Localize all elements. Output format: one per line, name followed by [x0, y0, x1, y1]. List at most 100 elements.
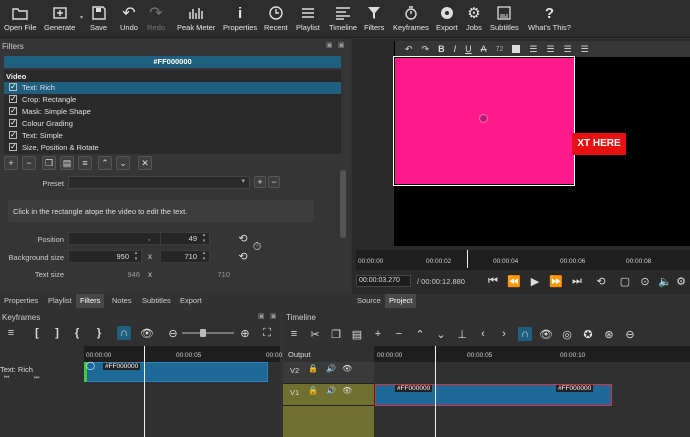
checkbox[interactable]: [9, 141, 17, 153]
generate-dropdown-icon[interactable]: ▾: [80, 14, 83, 21]
undo-button[interactable]: ↶ Undo: [120, 3, 138, 32]
filter-item[interactable]: Mask: Simple Shape: [4, 105, 341, 118]
paste-icon[interactable]: ▤: [350, 327, 364, 341]
zoom-out-icon[interactable]: ⊖: [623, 327, 637, 341]
zoom-slider[interactable]: [182, 332, 234, 334]
ripple-all-icon[interactable]: ✪: [581, 327, 595, 341]
deselect-filter-button[interactable]: ✕: [138, 156, 152, 170]
recent-button[interactable]: Recent: [264, 3, 288, 32]
remove-icon[interactable]: −: [392, 327, 406, 341]
export-button[interactable]: Export: [436, 3, 458, 32]
text-color-icon[interactable]: [512, 45, 521, 53]
reset-icon[interactable]: ⟲: [236, 231, 250, 245]
generate-button[interactable]: Generate: [44, 3, 75, 32]
tab-filters[interactable]: Filters: [76, 294, 105, 308]
next-icon[interactable]: ⏭: [34, 375, 39, 382]
remove-filter-button[interactable]: −: [22, 156, 36, 170]
zoom-icon[interactable]: ⊙: [638, 274, 652, 288]
tab-notes[interactable]: Notes: [108, 294, 136, 308]
undo-icon[interactable]: ↶: [405, 44, 413, 55]
open-file-button[interactable]: Open File: [4, 3, 37, 32]
playlist-button[interactable]: Playlist: [296, 3, 320, 32]
eye-icon[interactable]: 👁: [342, 386, 352, 395]
lock-icon[interactable]: 🔒: [308, 386, 318, 395]
checkbox[interactable]: [9, 81, 17, 93]
italic-icon[interactable]: I: [454, 44, 457, 54]
underline-icon[interactable]: U: [465, 44, 472, 54]
gear-icon[interactable]: ⚙: [674, 274, 688, 288]
checkbox[interactable]: [9, 117, 17, 129]
tab-properties[interactable]: Properties: [0, 294, 42, 308]
overwrite-icon[interactable]: ⌄: [434, 327, 448, 341]
copy-icon[interactable]: ❐: [329, 327, 343, 341]
set-out-icon[interactable]: ]: [50, 326, 64, 340]
redo-button[interactable]: ↷ Redo: [147, 3, 165, 32]
prev-icon[interactable]: ⏮: [4, 375, 9, 382]
save-preset-button[interactable]: ≡: [78, 156, 92, 170]
position-y-spinbox[interactable]: 49: [160, 232, 210, 245]
scrub-icon[interactable]: 👁: [140, 326, 154, 340]
tab-subtitles[interactable]: Subtitles: [138, 294, 175, 308]
set-in-icon[interactable]: [: [30, 326, 44, 340]
next-keyframe-icon[interactable]: }: [92, 326, 106, 340]
strikethrough-icon[interactable]: A: [481, 44, 487, 54]
move-down-button[interactable]: ⌄: [116, 156, 130, 170]
filter-item[interactable]: Crop: Rectangle: [4, 93, 341, 106]
menu-icon[interactable]: ≡: [4, 326, 18, 340]
center-handle[interactable]: [479, 114, 488, 123]
redo-icon[interactable]: ↷: [422, 44, 430, 55]
filter-item[interactable]: Size, Position & Rotate: [4, 141, 341, 154]
snap-icon[interactable]: ∩: [117, 326, 131, 340]
next-icon[interactable]: ›: [497, 327, 511, 341]
save-button[interactable]: Save: [90, 3, 107, 32]
reset-icon[interactable]: ⟲: [236, 249, 250, 263]
split-icon[interactable]: ⊥: [455, 327, 469, 341]
audio-icon[interactable]: 🔊: [326, 386, 336, 395]
paste-filter-button[interactable]: ▤: [60, 156, 74, 170]
volume-icon[interactable]: 🔈: [658, 274, 672, 288]
panel-float-icon[interactable]: ▣: [258, 312, 265, 320]
tab-export[interactable]: Export: [176, 294, 206, 308]
preset-combobox[interactable]: ▾: [68, 176, 250, 189]
ripple-icon[interactable]: ◎: [560, 327, 574, 341]
bold-icon[interactable]: B: [438, 44, 445, 54]
keyframes-button[interactable]: Keyframes: [393, 3, 429, 32]
panel-float-icon[interactable]: ▣: [326, 41, 333, 49]
play-icon[interactable]: ▶: [528, 274, 542, 288]
timeline-ruler[interactable]: [374, 346, 690, 362]
filter-item[interactable]: Text: Rich: [4, 81, 341, 94]
current-time-field[interactable]: 00:00:03.270: [356, 275, 411, 287]
whats-this-button[interactable]: ? What's This?: [528, 3, 571, 33]
timeline-button[interactable]: Timeline: [329, 3, 357, 32]
peak-meter-button[interactable]: Peak Meter: [177, 3, 215, 32]
rewind-icon[interactable]: ⏪: [507, 274, 521, 288]
player-playhead[interactable]: [467, 250, 468, 268]
zoom-in-icon[interactable]: ⊕: [238, 326, 252, 340]
keyframes-playhead[interactable]: [144, 346, 145, 437]
fast-forward-icon[interactable]: ⏩: [549, 274, 563, 288]
copy-filter-button[interactable]: ❐: [42, 156, 56, 170]
properties-button[interactable]: i Properties: [223, 3, 257, 33]
loop-icon[interactable]: ⟲: [594, 274, 608, 288]
zoom-out-icon[interactable]: ⊖: [166, 326, 180, 340]
skip-forward-icon[interactable]: ⏭: [570, 274, 584, 288]
jobs-button[interactable]: ⚙ Jobs: [466, 3, 482, 32]
checkbox[interactable]: [9, 129, 17, 141]
eye-icon[interactable]: 👁: [342, 364, 352, 373]
grid-icon[interactable]: ▢: [618, 274, 632, 288]
background-height-spinbox[interactable]: 710: [160, 250, 210, 263]
filter-item[interactable]: Colour Grading: [4, 117, 341, 130]
filters-button[interactable]: Filters: [364, 3, 384, 32]
lock-icon[interactable]: 🔒: [308, 364, 318, 373]
timeline-playhead[interactable]: [435, 346, 436, 437]
tab-project[interactable]: Project: [385, 294, 417, 308]
filters-scrollbar[interactable]: [340, 170, 346, 238]
zoom-fit-icon[interactable]: ⛶: [260, 326, 274, 340]
align-left-icon[interactable]: ☰: [529, 44, 537, 55]
skip-back-icon[interactable]: ⏮: [486, 274, 500, 288]
ripple-markers-icon[interactable]: ⊛: [602, 327, 616, 341]
menu-icon[interactable]: ≡: [287, 327, 301, 341]
prev-keyframe-icon[interactable]: {: [70, 326, 84, 340]
align-justify-icon[interactable]: ☰: [581, 44, 589, 55]
audio-icon[interactable]: 🔊: [326, 364, 336, 373]
